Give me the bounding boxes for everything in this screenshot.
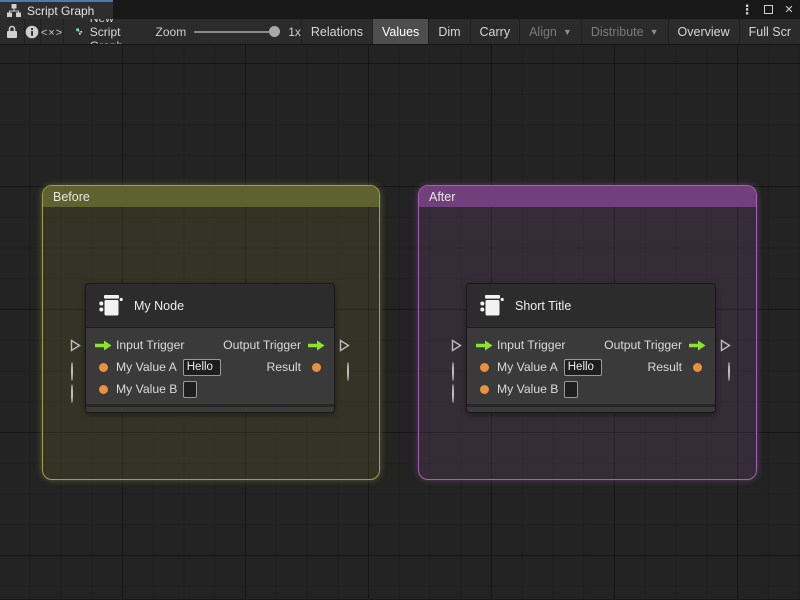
external-value-port[interactable] <box>347 362 349 381</box>
zoom-slider-track[interactable] <box>194 30 281 33</box>
value-output-port[interactable] <box>688 362 707 372</box>
group-after-title: After <box>429 189 456 204</box>
value-input-port[interactable] <box>94 384 113 394</box>
distribute-dropdown[interactable]: Distribute ▼ <box>580 19 668 44</box>
group-before-header[interactable]: Before <box>43 186 379 207</box>
full-screen-button[interactable]: Full Scr <box>738 19 800 44</box>
kebab-menu-icon[interactable] <box>741 3 753 17</box>
overview-button[interactable]: Overview <box>667 19 739 44</box>
code-icon <box>41 23 63 41</box>
window-controls <box>741 0 795 19</box>
external-flow-port[interactable] <box>720 339 731 357</box>
close-icon[interactable] <box>783 3 795 17</box>
external-flow-port[interactable] <box>451 339 462 357</box>
info-button[interactable] <box>25 19 41 44</box>
group-after-header[interactable]: After <box>419 186 756 207</box>
node-short-title[interactable]: Short Title Input Trigger Output Trigger <box>451 283 731 413</box>
value-input-port[interactable] <box>475 362 494 372</box>
node-row-value-a: My Value A Result <box>86 356 334 378</box>
external-flow-port[interactable] <box>70 339 81 357</box>
external-value-port[interactable] <box>452 384 454 403</box>
relations-button[interactable]: Relations <box>300 19 372 44</box>
node-my-node-header[interactable]: My Node <box>86 284 334 328</box>
value-output-port[interactable] <box>307 362 326 372</box>
node-my-node[interactable]: My Node Input Trigger Output Trigger My … <box>70 283 350 413</box>
value-b-input[interactable] <box>564 380 579 398</box>
tab-script-graph[interactable]: Script Graph <box>0 0 113 19</box>
node-row-trigger: Input Trigger Output Trigger <box>467 334 715 356</box>
graph-name: New Script Graph <box>89 19 123 44</box>
unity-script-graph-window: Script Graph ⋮ ✕ <×> Script Zoom 1x Rela… <box>0 0 800 600</box>
hierarchy-icon <box>7 4 21 17</box>
flow-output-port[interactable] <box>307 340 326 351</box>
value-input-port[interactable] <box>475 384 494 394</box>
maximize-icon[interactable] <box>762 3 774 17</box>
value-input-port[interactable] <box>94 362 113 372</box>
zoom-control: Zoom 1x <box>156 19 301 44</box>
unit-node-icon <box>480 295 504 316</box>
node-title: My Node <box>134 298 185 313</box>
flow-input-port[interactable] <box>94 340 113 351</box>
node-footer <box>467 404 715 412</box>
node-title: Short Title <box>515 298 572 313</box>
value-a-input[interactable] <box>563 358 602 376</box>
tab-title: Script Graph <box>27 3 95 18</box>
lock-button[interactable] <box>0 19 25 44</box>
flow-input-port[interactable] <box>475 340 494 351</box>
values-button[interactable]: Values <box>372 19 429 44</box>
lock-icon <box>6 25 17 38</box>
carry-button[interactable]: Carry <box>469 19 520 44</box>
zoom-slider[interactable] <box>194 25 281 39</box>
value-a-input[interactable] <box>182 358 221 376</box>
chevron-down-icon: ▼ <box>562 26 572 37</box>
zoom-value: 1x <box>288 24 301 39</box>
external-value-port[interactable] <box>71 362 73 381</box>
node-body: Input Trigger Output Trigger My Value A … <box>86 328 334 404</box>
node-row-value-b: My Value B <box>467 378 715 400</box>
tab-bar: Script Graph <box>0 0 800 19</box>
flow-output-port[interactable] <box>688 340 707 351</box>
node-row-trigger: Input Trigger Output Trigger <box>86 334 334 356</box>
graph-breadcrumb: New Script Graph <box>64 19 141 44</box>
external-value-port[interactable] <box>728 362 730 381</box>
graph-canvas[interactable]: Before After My Node Input Trigger Outpu… <box>0 45 800 599</box>
external-flow-port[interactable] <box>339 339 350 357</box>
code-button[interactable] <box>41 19 65 44</box>
external-value-port[interactable] <box>71 384 73 403</box>
node-short-title-header[interactable]: Short Title <box>467 284 715 328</box>
node-row-value-b: My Value B <box>86 378 334 400</box>
info-icon <box>26 25 39 38</box>
align-dropdown[interactable]: Align ▼ <box>519 19 581 44</box>
chevron-down-icon: ▼ <box>649 26 659 37</box>
dim-button[interactable]: Dim <box>428 19 469 44</box>
node-row-value-a: My Value A Result <box>467 356 715 378</box>
node-footer <box>86 404 334 412</box>
value-b-input[interactable] <box>183 380 198 398</box>
node-body: Input Trigger Output Trigger My Value A … <box>467 328 715 404</box>
graph-toolbar: New Script Graph Zoom 1x Relations Value… <box>0 19 800 45</box>
script-graph-asset-icon <box>76 28 83 35</box>
zoom-label: Zoom <box>155 24 187 39</box>
zoom-slider-handle[interactable] <box>269 26 281 37</box>
external-value-port[interactable] <box>452 362 454 381</box>
unit-node-icon <box>99 295 123 316</box>
group-before-title: Before <box>53 189 90 204</box>
